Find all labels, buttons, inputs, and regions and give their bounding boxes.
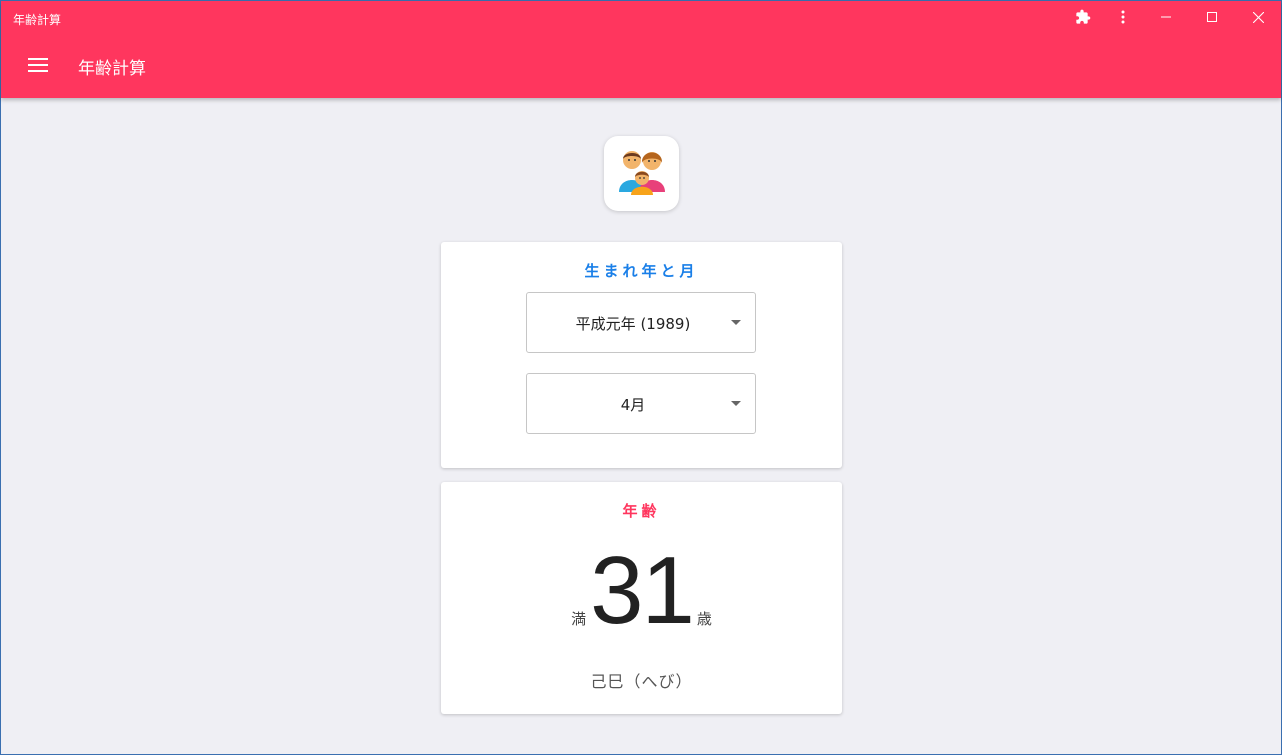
zodiac-text: 己巳（へび） [590, 672, 693, 691]
menu-button[interactable] [14, 42, 62, 90]
minimize-button[interactable] [1143, 1, 1189, 33]
age-suffix: 歳 [696, 610, 712, 628]
birth-month-select[interactable]: 4月 [526, 373, 756, 434]
extensions-button[interactable] [1063, 1, 1103, 33]
toolbar: 年齢計算 [1, 41, 1281, 91]
close-icon [1252, 11, 1264, 23]
hamburger-menu-icon [28, 57, 48, 76]
birth-card-title: 生まれ年と月 [584, 262, 699, 280]
app-logo [604, 136, 679, 211]
puzzle-icon [1075, 9, 1091, 25]
age-card: 年齢 満 31 歳 己巳（へび） [441, 482, 842, 714]
page-title: 年齢計算 [78, 58, 146, 79]
birth-card: 生まれ年と月 平成元年 (1989) 4月 [441, 242, 842, 468]
more-vert-icon [1121, 10, 1125, 24]
birth-year-select[interactable]: 平成元年 (1989) [526, 292, 756, 353]
minimize-icon [1161, 12, 1171, 22]
app-bar: 年齢計算 年齢計算 [1, 1, 1281, 98]
family-icon [617, 148, 667, 200]
window-title: 年齢計算 [13, 13, 62, 27]
more-options-button[interactable] [1103, 1, 1143, 33]
maximize-icon [1207, 12, 1217, 22]
birth-year-value: 平成元年 (1989) [575, 315, 691, 333]
dropdown-arrow-icon [731, 401, 741, 406]
maximize-button[interactable] [1189, 1, 1235, 33]
age-prefix: 満 [571, 610, 587, 628]
age-number: 31 [590, 537, 695, 644]
birth-month-value: 4月 [620, 396, 646, 414]
window-controls [1063, 1, 1281, 33]
close-button[interactable] [1235, 1, 1281, 33]
age-display: 満 31 歳 [441, 537, 842, 644]
age-card-title: 年齢 [622, 502, 661, 520]
dropdown-arrow-icon [731, 320, 741, 325]
